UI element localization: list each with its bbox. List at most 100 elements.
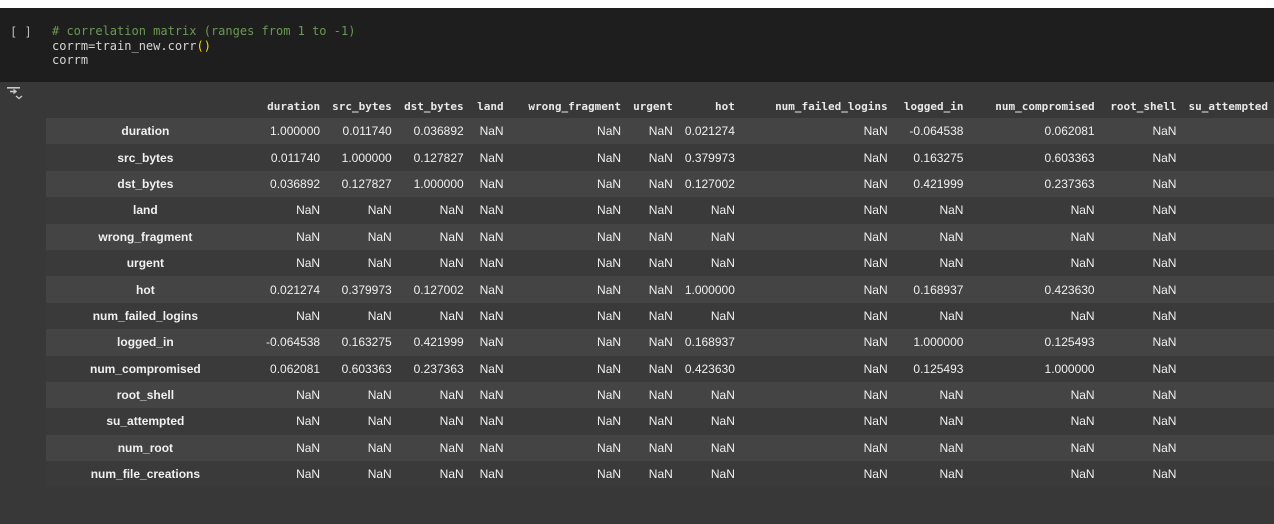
table-cell: NaN [648, 229, 673, 244]
table-cell: 0.036892 [270, 176, 321, 191]
table-cell: 0.237363 [1044, 176, 1095, 191]
table-cell: NaN [479, 256, 504, 271]
table-cell: NaN [597, 467, 622, 482]
table-cell: 0.168937 [913, 282, 964, 297]
table-cell: 0.062081 [270, 361, 321, 376]
column-header: num_compromised [969, 94, 1101, 118]
table-cell: NaN [1152, 176, 1177, 191]
table-cell: NaN [1152, 335, 1177, 350]
table-cell: 0.163275 [341, 335, 392, 350]
table-cell: NaN [597, 361, 622, 376]
table-cell: NaN [710, 440, 735, 455]
table-cell: NaN [1070, 467, 1095, 482]
table-cell: 0.421999 [413, 335, 464, 350]
table-cell [1182, 197, 1274, 223]
table-cell: NaN [296, 256, 321, 271]
table-cell: NaN [863, 361, 888, 376]
table-cell: NaN [939, 440, 964, 455]
table-row: logged_in -0.064538 0.163275 0.421999 NaN NaN… [46, 329, 1274, 356]
row-label: num_compromised [90, 361, 201, 376]
table-cell: NaN [863, 467, 888, 482]
row-label: hot [136, 282, 155, 297]
table-cell: NaN [439, 308, 464, 323]
row-label: su_attempted [106, 414, 185, 429]
table-cell: NaN [479, 361, 504, 376]
table-cell: 0.379973 [341, 282, 392, 297]
table-cell: NaN [648, 308, 673, 323]
table-cell: NaN [1070, 388, 1095, 403]
table-cell: NaN [1152, 388, 1177, 403]
table-cell [1182, 118, 1274, 144]
table-cell [1182, 224, 1274, 250]
table-row: num_failed_logins NaN NaN NaN NaN NaN NaN NaN Na… [46, 302, 1274, 330]
table-cell: NaN [597, 440, 622, 455]
row-label: duration [121, 124, 170, 139]
table-cell: 0.125493 [1044, 335, 1095, 350]
table-cell: NaN [439, 467, 464, 482]
table-cell: NaN [367, 467, 392, 482]
table-row: src_bytes 0.011740 1.000000 0.127827 NaN NaN N… [46, 144, 1274, 171]
table-cell: NaN [863, 440, 888, 455]
table-cell: NaN [479, 388, 504, 403]
column-header: dst_bytes [397, 94, 470, 118]
column-header: src_bytes [326, 94, 398, 118]
table-cell: NaN [648, 361, 673, 376]
table-cell: NaN [439, 203, 464, 218]
table-cell: NaN [296, 388, 321, 403]
table-cell: 0.237363 [413, 361, 464, 376]
table-cell: NaN [367, 440, 392, 455]
table-cell: -0.064538 [909, 124, 964, 139]
table-cell: NaN [648, 282, 673, 297]
table-cell: 0.127827 [413, 150, 464, 165]
table-row: num_root NaN NaN NaN NaN NaN NaN NaN NaN NaN NaN Na… [46, 434, 1274, 462]
table-cell: NaN [296, 308, 321, 323]
table-cell [1182, 461, 1274, 487]
table-cell: NaN [939, 388, 964, 403]
row-label: dst_bytes [117, 176, 174, 191]
table-cell: NaN [597, 335, 622, 350]
row-label: num_file_creations [90, 467, 201, 482]
table-cell: 0.127002 [684, 176, 735, 191]
table-cell: NaN [597, 203, 622, 218]
table-cell: NaN [479, 467, 504, 482]
output-toggle-icon[interactable] [6, 85, 24, 101]
table-row: wrong_fragment NaN NaN NaN NaN NaN NaN NaN NaN Na… [46, 223, 1274, 250]
table-cell: NaN [439, 256, 464, 271]
table-cell: 0.127827 [341, 176, 392, 191]
table-cell: NaN [710, 229, 735, 244]
table-cell [1182, 144, 1274, 170]
table-cell: NaN [439, 440, 464, 455]
table-row: root_shell NaN NaN NaN NaN NaN NaN NaN NaN NaN NaN… [46, 381, 1274, 409]
table-cell [1182, 329, 1274, 355]
code-cell[interactable]: [ ] # correlation matrix (ranges from 1 … [0, 8, 1274, 82]
table-cell: 0.379973 [684, 150, 735, 165]
table-row: urgent NaN NaN NaN NaN NaN NaN NaN NaN NaN NaN NaN [46, 249, 1274, 277]
table-cell: NaN [648, 150, 673, 165]
table-cell: NaN [648, 388, 673, 403]
table-cell: NaN [863, 124, 888, 139]
table-cell [1182, 303, 1274, 329]
table-cell: NaN [296, 229, 321, 244]
table-cell: NaN [648, 124, 673, 139]
table-cell: NaN [439, 229, 464, 244]
table-cell: NaN [939, 229, 964, 244]
table-cell: NaN [479, 335, 504, 350]
table-cell: NaN [597, 124, 622, 139]
table-cell: NaN [479, 414, 504, 429]
row-label: src_bytes [117, 150, 174, 165]
table-header: duration src_bytes dst_bytes land wrong_frag… [46, 94, 1274, 118]
table-cell: 0.021274 [684, 124, 735, 139]
table-cell: 1.000000 [270, 124, 321, 139]
table-cell: NaN [863, 229, 888, 244]
table-cell [1182, 171, 1274, 197]
table-cell: NaN [479, 203, 504, 218]
table-cell: 0.062081 [1044, 124, 1095, 139]
table-cell: NaN [648, 256, 673, 271]
table-cell: NaN [367, 203, 392, 218]
run-cell-button[interactable]: [ ] [10, 25, 32, 39]
table-cell: NaN [863, 203, 888, 218]
code-editor[interactable]: # correlation matrix (ranges from 1 to -… [52, 24, 355, 68]
table-cell: 0.127002 [413, 282, 464, 297]
table-cell: NaN [479, 229, 504, 244]
table-cell: NaN [479, 176, 504, 191]
